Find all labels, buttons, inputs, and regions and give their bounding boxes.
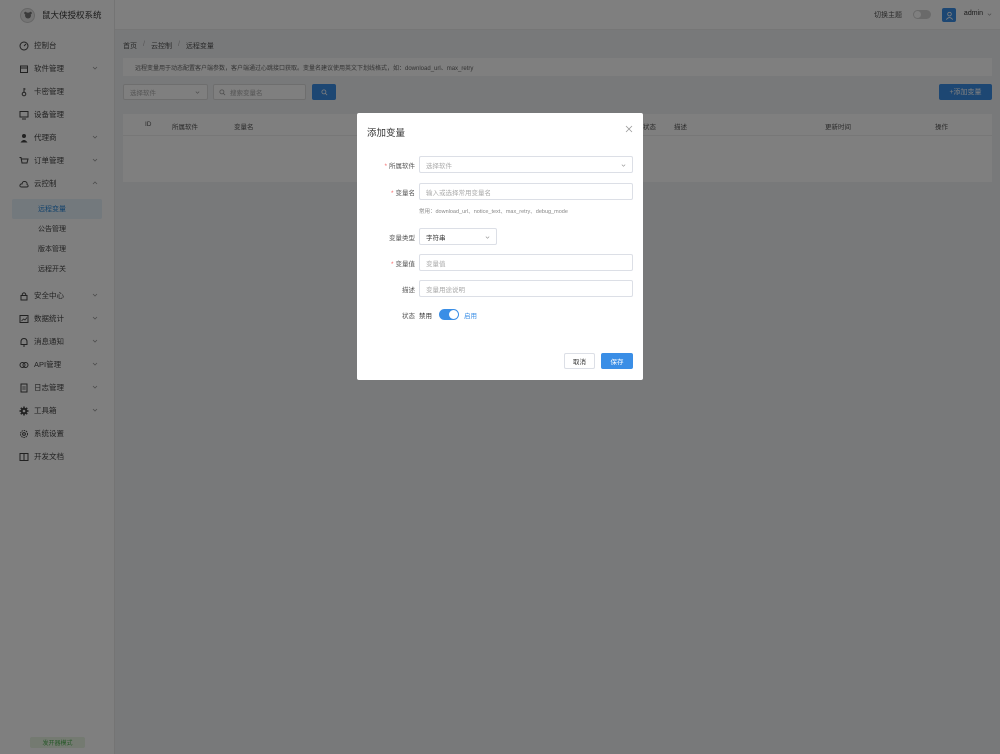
save-button[interactable]: 保存	[601, 353, 633, 369]
common-names-hint: 常用：download_url、notice_text、max_retry、de…	[419, 209, 568, 215]
required-mark: *	[384, 163, 387, 170]
description-placeholder: 变量用途说明	[426, 286, 465, 294]
software-select-placeholder: 选择软件	[426, 162, 452, 170]
field-label-name: * 变量名	[391, 187, 415, 197]
field-row-desc: 描述 变量用途说明	[357, 280, 643, 297]
cancel-button[interactable]: 取消	[564, 353, 595, 369]
software-select[interactable]: 选择软件	[419, 156, 633, 173]
dialog-title: 添加变量	[367, 128, 406, 139]
chevron-down-icon	[621, 164, 626, 167]
add-variable-dialog: 添加变量 * 所属软件 选择软件 * 变量名 输入或选择常用变量名 常用：downl…	[357, 113, 643, 380]
status-toggle[interactable]	[439, 309, 459, 320]
field-row-type: 变量类型 字符串	[357, 228, 643, 245]
variable-name-placeholder: 输入或选择常用变量名	[426, 189, 491, 197]
required-mark: *	[390, 190, 394, 197]
variable-value-placeholder: 变量值	[426, 260, 446, 268]
variable-name-input[interactable]: 输入或选择常用变量名	[419, 183, 633, 200]
variable-type-select[interactable]: 字符串	[419, 228, 497, 245]
field-label-software: * 所属软件	[384, 160, 415, 170]
field-label-value: * 变量值	[391, 258, 415, 268]
field-row-software: * 所属软件 选择软件	[357, 156, 643, 173]
field-label-text: 变量名	[395, 190, 416, 197]
field-label-status: 状态	[402, 313, 415, 320]
field-label-text: 变量值	[395, 261, 416, 268]
chevron-down-icon	[485, 236, 490, 239]
field-label-type: 变量类型	[389, 235, 415, 242]
variable-type-value: 字符串	[426, 234, 446, 242]
field-row-name: * 变量名 输入或选择常用变量名	[357, 183, 643, 200]
field-row-value: * 变量值 变量值	[357, 254, 643, 271]
required-mark: *	[390, 261, 394, 268]
close-icon[interactable]	[625, 125, 633, 133]
status-on-label: 启用	[464, 313, 477, 320]
description-input[interactable]: 变量用途说明	[419, 280, 633, 297]
variable-value-input[interactable]: 变量值	[419, 254, 633, 271]
status-off-label: 禁用	[419, 313, 432, 320]
field-label-desc: 描述	[402, 287, 415, 294]
field-label-text: 所属软件	[389, 163, 415, 170]
field-row-status: 状态 禁用 启用	[357, 306, 643, 323]
